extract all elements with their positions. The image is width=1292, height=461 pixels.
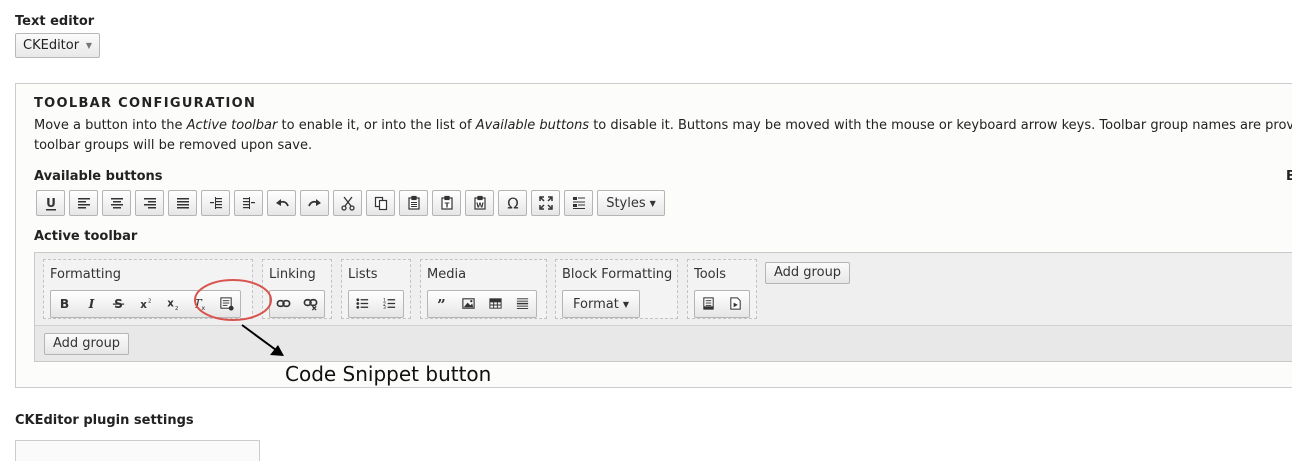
annotation-overlay (194, 279, 284, 356)
plugin-settings-tabs[interactable] (15, 440, 260, 461)
annotation-text: Code Snippet button (285, 362, 492, 386)
plugin-settings-label: CKEditor plugin settings (15, 413, 194, 428)
annotation-arrow (241, 324, 277, 351)
highlight-circle (194, 279, 272, 321)
